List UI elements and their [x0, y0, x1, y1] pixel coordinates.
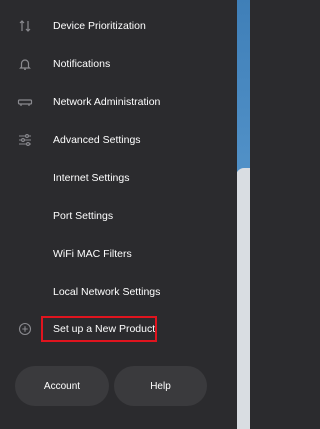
side-menu-drawer: Device Prioritization Notifications Netw…	[0, 0, 237, 429]
sort-arrows-icon	[17, 18, 33, 34]
help-button[interactable]: Help	[114, 366, 207, 406]
menu-item-network-administration[interactable]: Network Administration	[0, 85, 237, 119]
bell-icon	[17, 56, 33, 72]
menu-item-notifications[interactable]: Notifications	[0, 47, 237, 81]
menu-item-label: WiFi MAC Filters	[53, 248, 132, 260]
sliders-icon	[17, 132, 33, 148]
account-button[interactable]: Account	[15, 366, 109, 406]
menu-item-label: Internet Settings	[53, 172, 130, 184]
menu-item-local-network-settings[interactable]: Local Network Settings	[0, 275, 237, 309]
menu-item-label: Local Network Settings	[53, 286, 161, 298]
menu-item-advanced-settings[interactable]: Advanced Settings	[0, 123, 237, 157]
menu-item-port-settings[interactable]: Port Settings	[0, 199, 237, 233]
menu-item-label: Advanced Settings	[53, 134, 141, 146]
menu-item-device-prioritization[interactable]: Device Prioritization	[0, 9, 237, 43]
background-app-view	[236, 0, 250, 429]
plus-circle-icon	[17, 321, 33, 337]
menu-item-wifi-mac-filters[interactable]: WiFi MAC Filters	[0, 237, 237, 271]
highlight-box	[41, 316, 157, 342]
menu-item-internet-settings[interactable]: Internet Settings	[0, 161, 237, 195]
menu-item-label: Network Administration	[53, 96, 161, 108]
menu-item-label: Notifications	[53, 58, 111, 70]
menu-item-label: Device Prioritization	[53, 20, 146, 32]
menu-item-label: Port Settings	[53, 210, 114, 222]
background-card	[236, 168, 250, 429]
router-icon	[17, 94, 33, 110]
